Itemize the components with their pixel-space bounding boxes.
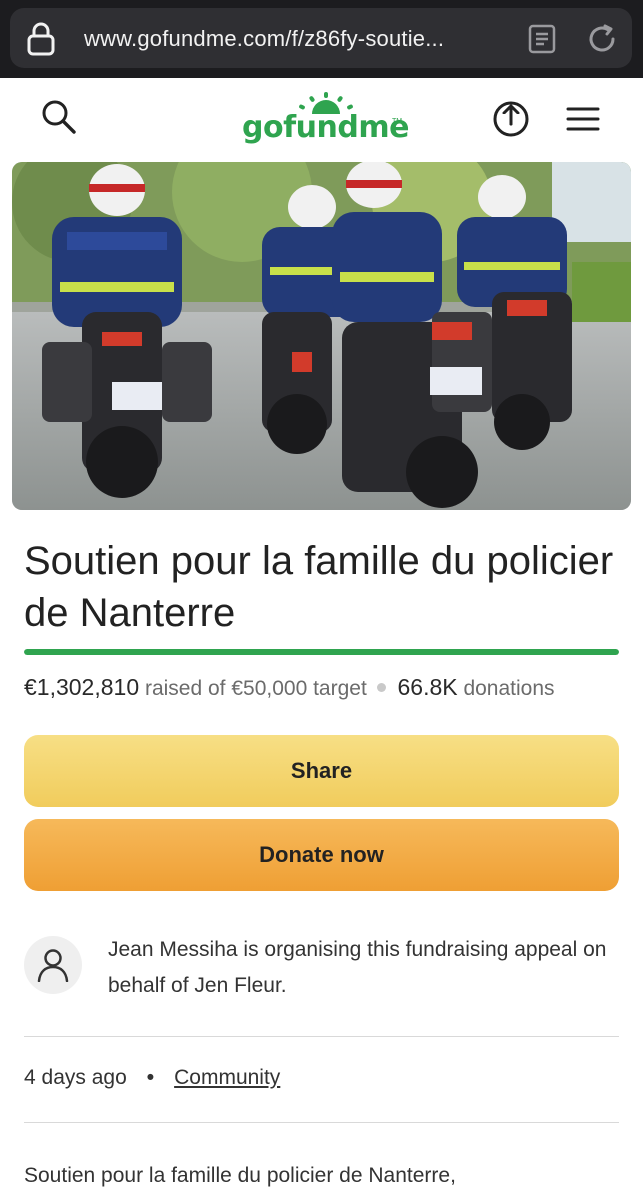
address-bar[interactable]: www.gofundme.com/f/z86fy-soutie... bbox=[10, 8, 632, 68]
organiser-text: Jean Messiha is organising this fundrais… bbox=[108, 938, 607, 997]
separator-dot bbox=[376, 683, 386, 693]
campaign-meta: 4 days ago • Community bbox=[24, 1066, 280, 1090]
campaign-hero-image bbox=[12, 162, 631, 510]
url-text[interactable]: www.gofundme.com/f/z86fy-soutie... bbox=[84, 26, 444, 52]
target-text: raised of €50,000 target bbox=[144, 677, 367, 700]
donations-label: donations bbox=[463, 677, 555, 700]
progress-bar-fill bbox=[24, 649, 619, 655]
logo-wordmark: gofundme bbox=[242, 110, 409, 145]
amount-raised: €1,302,810 bbox=[24, 674, 140, 700]
gofundme-logo[interactable]: gofundme TM bbox=[240, 90, 410, 150]
category-link[interactable]: Community bbox=[174, 1066, 280, 1089]
campaign-title: Soutien pour la famille du policier de N… bbox=[24, 539, 614, 635]
site-header: gofundme TM bbox=[0, 78, 643, 160]
organiser-info: Jean Messiha is organising this fundrais… bbox=[24, 932, 619, 1002]
divider bbox=[24, 1122, 619, 1123]
donations-count: 66.8K bbox=[397, 674, 458, 700]
lock-icon bbox=[27, 22, 55, 56]
share-button[interactable]: Share bbox=[24, 735, 619, 807]
reader-mode-icon[interactable] bbox=[528, 24, 556, 54]
person-icon bbox=[37, 949, 69, 982]
divider bbox=[24, 1036, 619, 1037]
search-icon[interactable] bbox=[40, 98, 78, 136]
meta-bullet: • bbox=[146, 1066, 155, 1089]
share-upload-icon[interactable] bbox=[492, 98, 530, 138]
fundraising-stats: €1,302,810 raised of €50,000 target 66.8… bbox=[24, 674, 555, 701]
browser-toolbar: www.gofundme.com/f/z86fy-soutie... bbox=[0, 0, 643, 78]
progress-bar bbox=[24, 649, 619, 655]
logo-trademark: TM bbox=[392, 118, 403, 125]
donate-now-button[interactable]: Donate now bbox=[24, 819, 619, 891]
hamburger-menu-icon[interactable] bbox=[566, 106, 600, 132]
campaign-description: Soutien pour la famille du policier de N… bbox=[24, 1164, 456, 1187]
avatar bbox=[24, 936, 82, 994]
created-age: 4 days ago bbox=[24, 1066, 127, 1089]
reload-icon[interactable] bbox=[586, 23, 618, 55]
